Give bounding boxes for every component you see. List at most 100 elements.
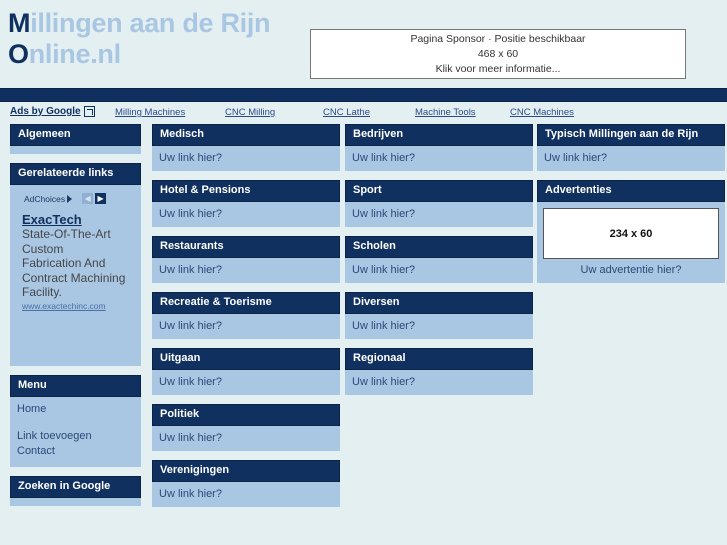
adchoices-button[interactable]: AdChoices <box>24 193 73 204</box>
uw-link-hier-link[interactable]: Uw link hier? <box>352 320 415 332</box>
panel-menu: Menu Home Link toevoegen Contact <box>10 375 141 467</box>
panel-politiek: Politiek Uw link hier? <box>152 404 340 451</box>
sponsor-banner[interactable]: Pagina Sponsor · Positie beschikbaar 468… <box>310 29 686 79</box>
uw-link-hier-link[interactable]: Uw link hier? <box>352 152 415 164</box>
panel-gerelateerde-links-title: Gerelateerde links <box>10 163 141 185</box>
uw-link-hier-link[interactable]: Uw link hier? <box>159 264 222 276</box>
panel-algemeen-body <box>10 146 141 154</box>
menu-item-link-toevoegen[interactable]: Link toevoegen <box>17 429 134 444</box>
sponsor-line-1: Pagina Sponsor · Positie beschikbaar <box>410 32 586 45</box>
panel-scholen-body: Uw link hier? <box>345 258 533 283</box>
uw-link-hier-link[interactable]: Uw link hier? <box>352 208 415 220</box>
panel-zoeken-body <box>10 498 141 506</box>
site-title-line1-initial: M <box>8 8 31 38</box>
uw-link-hier-link[interactable]: Uw link hier? <box>159 208 222 220</box>
panel-uitgaan-title: Uitgaan <box>152 348 340 370</box>
panel-verenigingen-title: Verenigingen <box>152 460 340 482</box>
page-header: Millingen aan de Rijn Online.nl Pagina S… <box>0 0 727 88</box>
sponsor-line-2: 468 x 60 <box>477 47 519 60</box>
panel-recreatie-toerisme-body: Uw link hier? <box>152 314 340 339</box>
navigation-bar <box>0 88 727 102</box>
panel-restaurants-title: Restaurants <box>152 236 340 258</box>
adchoices-triangle-icon <box>67 194 73 203</box>
ad-headline-link[interactable]: ExacTech <box>22 212 82 227</box>
panel-restaurants-body: Uw link hier? <box>152 258 340 283</box>
category-column-3: Bedrijven Uw link hier? Sport Uw link hi… <box>345 124 533 404</box>
uw-link-hier-link[interactable]: Uw link hier? <box>159 320 222 332</box>
panel-regionaal-title: Regionaal <box>345 348 533 370</box>
panel-algemeen: Algemeen <box>10 124 141 154</box>
ad-link-cnc-milling[interactable]: CNC Milling <box>225 107 275 118</box>
panel-advertenties-body: 234 x 60 Uw advertentie hier? <box>537 202 725 283</box>
panel-regionaal: Regionaal Uw link hier? <box>345 348 533 395</box>
panel-medisch-body: Uw link hier? <box>152 146 340 171</box>
panel-recreatie-toerisme-title: Recreatie & Toerisme <box>152 292 340 314</box>
panel-diversen: Diversen Uw link hier? <box>345 292 533 339</box>
adchoices-label-text: AdChoices <box>24 193 66 204</box>
panel-menu-title: Menu <box>10 375 141 397</box>
site-title-line1-rest: illingen aan de Rijn <box>30 8 271 38</box>
panel-uitgaan-body: Uw link hier? <box>152 370 340 395</box>
panel-hotel-pensions-body: Uw link hier? <box>152 202 340 227</box>
advertisement-caption-link[interactable]: Uw advertentie hier? <box>543 264 719 276</box>
panel-recreatie-toerisme: Recreatie & Toerisme Uw link hier? <box>152 292 340 339</box>
panel-scholen: Scholen Uw link hier? <box>345 236 533 283</box>
uw-link-hier-link[interactable]: Uw link hier? <box>159 432 222 444</box>
ad-link-machine-tools[interactable]: Machine Tools <box>415 107 476 118</box>
sponsor-line-3: Klik voor meer informatie... <box>435 62 561 75</box>
advertisement-placeholder[interactable]: 234 x 60 <box>543 208 719 259</box>
panel-hotel-pensions-title: Hotel & Pensions <box>152 180 340 202</box>
panel-zoeken-title: Zoeken in Google <box>10 476 141 498</box>
panel-scholen-title: Scholen <box>345 236 533 258</box>
uw-link-hier-link[interactable]: Uw link hier? <box>544 152 607 164</box>
ad-link-cnc-machines[interactable]: CNC Machines <box>510 107 574 118</box>
panel-menu-body: Home Link toevoegen Contact <box>10 397 141 467</box>
category-column-2: Medisch Uw link hier? Hotel & Pensions U… <box>152 124 340 516</box>
panel-sport: Sport Uw link hier? <box>345 180 533 227</box>
panel-uitgaan: Uitgaan Uw link hier? <box>152 348 340 395</box>
google-ads-strip: Ads by Google Milling Machines CNC Milli… <box>0 102 727 124</box>
ad-prev-arrow-icon[interactable]: ◀ <box>82 193 94 204</box>
panel-medisch-title: Medisch <box>152 124 340 146</box>
uw-link-hier-link[interactable]: Uw link hier? <box>159 376 222 388</box>
panel-advertenties: Advertenties 234 x 60 Uw advertentie hie… <box>537 180 725 283</box>
site-title: Millingen aan de Rijn Online.nl <box>8 8 271 70</box>
panel-restaurants: Restaurants Uw link hier? <box>152 236 340 283</box>
external-link-icon <box>83 106 95 117</box>
menu-item-contact[interactable]: Contact <box>17 444 134 459</box>
ads-by-google-label: Ads by Google <box>10 106 81 117</box>
panel-typisch-millingen-title: Typisch Millingen aan de Rijn <box>537 124 725 146</box>
panel-typisch-millingen: Typisch Millingen aan de Rijn Uw link hi… <box>537 124 725 171</box>
panel-verenigingen-body: Uw link hier? <box>152 482 340 507</box>
panel-typisch-millingen-body: Uw link hier? <box>537 146 725 171</box>
panel-bedrijven-body: Uw link hier? <box>345 146 533 171</box>
panel-bedrijven-title: Bedrijven <box>345 124 533 146</box>
panel-politiek-title: Politiek <box>152 404 340 426</box>
uw-link-hier-link[interactable]: Uw link hier? <box>159 488 222 500</box>
panel-politiek-body: Uw link hier? <box>152 426 340 451</box>
panel-advertenties-title: Advertenties <box>537 180 725 202</box>
ad-link-milling-machines[interactable]: Milling Machines <box>115 107 185 118</box>
panel-algemeen-title: Algemeen <box>10 124 141 146</box>
ads-by-google-link[interactable]: Ads by Google <box>10 106 95 117</box>
panel-diversen-title: Diversen <box>345 292 533 314</box>
ad-carousel-arrows: ◀ ▶ <box>82 193 107 204</box>
panel-diversen-body: Uw link hier? <box>345 314 533 339</box>
ad-link-cnc-lathe[interactable]: CNC Lathe <box>323 107 370 118</box>
ad-next-arrow-icon[interactable]: ▶ <box>95 193 107 204</box>
ad-display-url[interactable]: www.exactechinc.com <box>22 301 106 311</box>
menu-item-home[interactable]: Home <box>17 402 134 417</box>
adchoices-row: AdChoices ◀ ▶ <box>24 193 135 204</box>
uw-link-hier-link[interactable]: Uw link hier? <box>159 152 222 164</box>
uw-link-hier-link[interactable]: Uw link hier? <box>352 376 415 388</box>
site-title-line2: Online.nl <box>8 39 270 70</box>
panel-hotel-pensions: Hotel & Pensions Uw link hier? <box>152 180 340 227</box>
ad-description: State-Of-The-Art Custom Fabrication And … <box>22 227 126 299</box>
panel-zoeken-in-google: Zoeken in Google <box>10 476 141 506</box>
category-column-4: Typisch Millingen aan de Rijn Uw link hi… <box>537 124 725 292</box>
panel-verenigingen: Verenigingen Uw link hier? <box>152 460 340 507</box>
panel-sport-title: Sport <box>345 180 533 202</box>
advertisement-size-label: 234 x 60 <box>609 227 653 240</box>
uw-link-hier-link[interactable]: Uw link hier? <box>352 264 415 276</box>
panel-bedrijven: Bedrijven Uw link hier? <box>345 124 533 171</box>
